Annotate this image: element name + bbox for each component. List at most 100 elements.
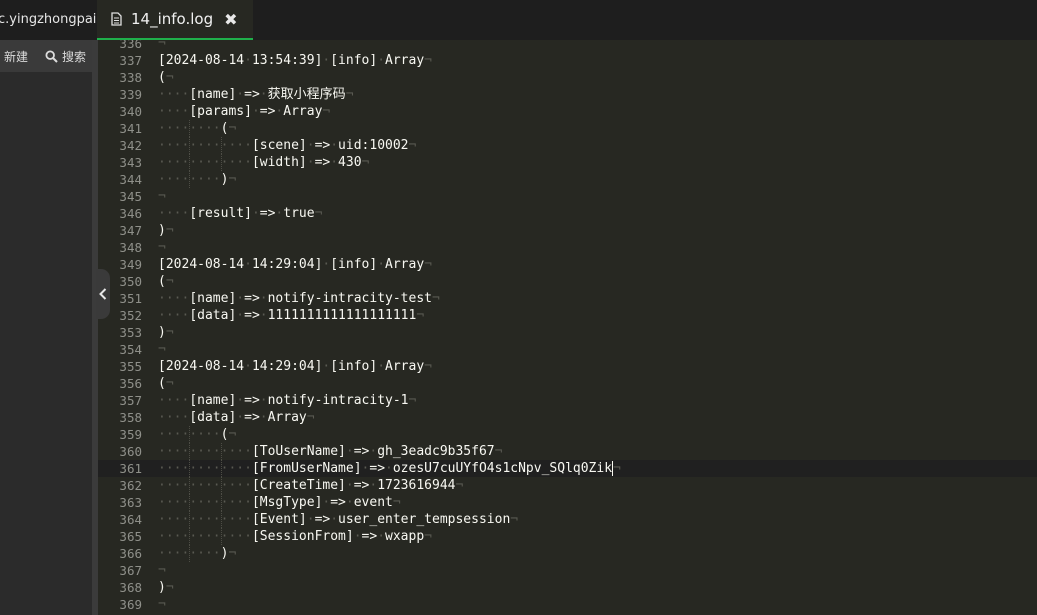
code-line[interactable]: 363 ············[MsgType]·=>·event¬ [98, 494, 1037, 511]
code-line[interactable]: 359 ········(¬ [98, 426, 1037, 443]
code-line[interactable]: 340 ····[params]·=>·Array¬ [98, 103, 1037, 120]
eol-marker: ¬ [408, 138, 417, 153]
code-text: ····[data]·=>·Array¬ [158, 410, 315, 425]
code-line[interactable]: 355 [2024-08-14·14:29:04]·[info]·Array¬ [98, 358, 1037, 375]
code-line[interactable]: 362 ············[CreateTime]·=>·172361694… [98, 477, 1037, 494]
code-line[interactable]: 337 [2024-08-14·13:54:39]·[info]·Array¬ [98, 52, 1037, 69]
line-number: 340 [119, 104, 142, 119]
file-icon [111, 12, 122, 26]
new-button[interactable]: 新建 [4, 48, 28, 65]
tab-14-info-log[interactable]: 14_info.log ✖ [97, 0, 253, 40]
line-number: 341 [119, 121, 142, 136]
line-number: 342 [119, 138, 142, 153]
line-number: 367 [119, 563, 142, 578]
line-number: 362 [119, 478, 142, 493]
search-button-label: 搜索 [62, 49, 87, 64]
code-line[interactable]: 338 (¬ [98, 69, 1037, 86]
line-number: 343 [119, 155, 142, 170]
code-line[interactable]: 342 ············[scene]·=>·uid:10002¬ [98, 137, 1037, 154]
line-number: 353 [119, 325, 142, 340]
code-line[interactable]: 365 ············[SessionFrom]·=>·wxapp¬ [98, 528, 1037, 545]
eol-marker: ¬ [431, 291, 440, 306]
eol-marker: ¬ [361, 155, 370, 170]
code-line[interactable]: 364 ············[Event]·=>·user_enter_tem… [98, 511, 1037, 528]
code-line[interactable]: 336 ¬ [98, 40, 1037, 52]
code-line[interactable]: 368)¬ [98, 579, 1037, 596]
code-line[interactable]: 346 ····[result]·=>·true¬ [98, 205, 1037, 222]
eol-marker: ¬ [424, 359, 432, 374]
eol-marker: ¬ [165, 70, 174, 85]
code-line[interactable]: 348 ¬ [98, 239, 1037, 256]
eol-marker: ¬ [158, 342, 166, 357]
code-line[interactable]: 353 )¬ [98, 324, 1037, 341]
code-line[interactable]: 351 ····[name]·=>·notify-intracity-test¬ [98, 290, 1037, 307]
code-text: ····[result]·=>·true¬ [158, 206, 323, 221]
tab-bar: 14_info.log ✖ [97, 0, 1037, 40]
line-number: 355 [119, 359, 142, 374]
eol-marker: ¬ [424, 529, 432, 544]
code-text: ····[name]·=>·获取小程序码¬ [158, 87, 354, 102]
code-line[interactable]: 357 ····[name]·=>·notify-intracity-1¬ [98, 392, 1037, 409]
code-editor[interactable]: 336 ¬ 337 [2024-08-14·13:54:39]·[info]·Arra… [98, 40, 1037, 615]
line-number: 364 [119, 512, 142, 527]
code-text: ············[Event]·=>·user_enter_tempse… [158, 512, 519, 527]
code-line[interactable]: 358 ····[data]·=>·Array¬ [98, 409, 1037, 426]
code-text: ¬ [158, 562, 166, 579]
code-line[interactable]: 366 ········)¬ [98, 545, 1037, 562]
code-line[interactable]: 343 ············[width]·=>·430¬ [98, 154, 1037, 171]
code-text: )¬ [158, 223, 174, 238]
line-number: 339 [119, 87, 142, 102]
code-text: ········)¬ [158, 546, 237, 561]
code-line[interactable]: 347)¬ [98, 222, 1037, 239]
code-line[interactable]: 339 ····[name]·=>·获取小程序码¬ [98, 86, 1037, 103]
close-tab-icon[interactable]: ✖ [224, 10, 237, 29]
eol-marker: ¬ [158, 597, 166, 612]
code-line[interactable]: 341 ········(¬ [98, 120, 1037, 137]
collapse-sidebar-handle[interactable] [96, 269, 110, 319]
search-icon [45, 49, 58, 63]
eol-marker: ¬ [228, 121, 237, 136]
code-line[interactable]: 369 ¬ [98, 596, 1037, 613]
code-line[interactable]: 360 ············[ToUserName]·=>·gh_3eadc9… [98, 443, 1037, 460]
code-text: ············[MsgType]·=>·event¬ [158, 495, 401, 510]
code-text: ¬ [158, 188, 166, 205]
code-line[interactable]: 354 ¬ [98, 341, 1037, 358]
line-number: 354 [119, 342, 142, 357]
line-number: 346 [119, 206, 142, 221]
code-text: ············[SessionFrom]·=>·wxapp¬ [158, 529, 432, 544]
line-number: 359 [119, 427, 142, 442]
line-number: 356 [119, 376, 142, 391]
code-text: ····[data]·=>·1111111111111111111¬ [158, 308, 425, 323]
code-text: ············[width]·=>·430¬ [158, 155, 370, 170]
code-line[interactable]: 350 (¬ [98, 273, 1037, 290]
line-number: 368 [119, 580, 142, 595]
eol-marker: ¬ [314, 206, 323, 221]
code-line[interactable]: 345 ¬ [98, 188, 1037, 205]
eol-marker: ¬ [424, 53, 432, 68]
line-number: 365 [119, 529, 142, 544]
line-number: 337 [119, 53, 142, 68]
eol-marker: ¬ [165, 223, 174, 238]
eol-marker: ¬ [613, 461, 621, 476]
line-number: 344 [119, 172, 142, 187]
project-title[interactable]: c.yingzhongpai [0, 0, 97, 40]
eol-marker: ¬ [416, 308, 425, 323]
code-text: ············[FromUserName]·=>·ozesU7cuUY… [158, 461, 621, 476]
code-line[interactable]: 361 ············[FromUserName]·=>·ozesU7c… [98, 460, 1037, 477]
code-text: ¬ [158, 40, 166, 52]
eol-marker: ¬ [455, 478, 464, 493]
code-line[interactable]: 356 (¬ [98, 375, 1037, 392]
line-number: 363 [119, 495, 142, 510]
code-text: ············[CreateTime]·=>·1723616944¬ [158, 478, 464, 493]
search-button[interactable]: 搜索 [45, 48, 86, 65]
code-text: ····[params]·=>·Array¬ [158, 104, 331, 119]
code-line[interactable]: 367 ¬ [98, 562, 1037, 579]
code-line[interactable]: 352 ····[data]·=>·1111111111111111111¬ [98, 307, 1037, 324]
code-text: )¬ [158, 325, 174, 340]
eol-marker: ¬ [158, 40, 166, 51]
code-line[interactable]: 349 [2024-08-14·14:29:04]·[info]·Array¬ [98, 256, 1037, 273]
code-lines: 336 ¬ 337 [2024-08-14·13:54:39]·[info]·Arra… [98, 40, 1037, 613]
code-line[interactable]: 344 ········)¬ [98, 171, 1037, 188]
file-sidebar: c.yingzhongpai 新建 搜索 [0, 0, 97, 615]
code-text: ····[name]·=>·notify-intracity-1¬ [158, 393, 417, 408]
